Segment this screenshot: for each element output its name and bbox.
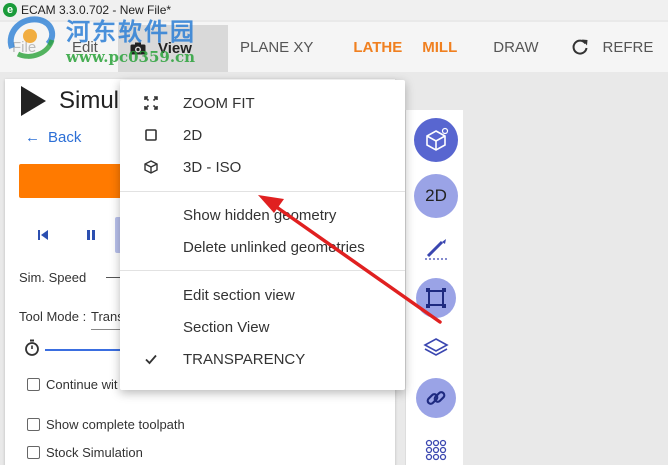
menu-item-label: 2D bbox=[183, 126, 203, 144]
watermark-logo-icon bbox=[7, 16, 56, 59]
menu-item-label: TRANSPARENCY bbox=[183, 350, 306, 368]
link-button[interactable] bbox=[416, 378, 456, 418]
timeline-slider[interactable] bbox=[45, 349, 125, 351]
tool-mode-select[interactable]: Trans bbox=[91, 309, 124, 324]
back-label: Back bbox=[48, 129, 82, 146]
checkbox-label: Continue wit bbox=[46, 377, 118, 392]
stopwatch-icon bbox=[25, 339, 39, 356]
frame-cube-icon bbox=[426, 288, 446, 308]
refresh-icon bbox=[572, 39, 588, 55]
watermark-url: www.pc0359.cn bbox=[66, 48, 196, 66]
menu-item-section-view[interactable]: Section View bbox=[120, 312, 405, 342]
layers-button[interactable] bbox=[414, 326, 458, 370]
menu-item-label: ZOOM FIT bbox=[183, 94, 255, 112]
menu-item-show-hidden-geometry[interactable]: Show hidden geometry bbox=[120, 200, 405, 230]
menu-item-label: Delete unlinked geometries bbox=[183, 238, 365, 256]
link-icon bbox=[426, 391, 446, 405]
3d-iso-view-button[interactable] bbox=[414, 118, 458, 162]
play-icon[interactable] bbox=[19, 85, 47, 117]
zoom-fit-icon bbox=[144, 96, 158, 110]
menu-refresh-label: REFRE bbox=[602, 38, 654, 56]
tool-mode-underline bbox=[91, 329, 121, 330]
menu-item-label: Show hidden geometry bbox=[183, 206, 337, 224]
menu-refresh[interactable]: REFRE bbox=[551, 22, 666, 72]
2d-view-button[interactable]: 2D bbox=[414, 174, 458, 218]
menu-draw[interactable]: DRAW bbox=[469, 22, 550, 72]
menu-item-delete-unlinked-geometries[interactable]: Delete unlinked geometries bbox=[120, 232, 405, 262]
menu-item-3d-iso[interactable]: 3D - ISO bbox=[120, 152, 405, 182]
checkbox[interactable] bbox=[27, 418, 40, 431]
checkbox-label: Stock Simulation bbox=[46, 445, 143, 460]
menu-item-label: Section View bbox=[183, 318, 270, 336]
grid-button[interactable] bbox=[414, 428, 458, 465]
menu-item-edit-section-view[interactable]: Edit section view bbox=[120, 280, 405, 310]
checkbox[interactable] bbox=[27, 378, 40, 391]
cube-icon bbox=[144, 160, 158, 174]
sim-speed-slider[interactable] bbox=[106, 277, 120, 278]
grid-dots-icon bbox=[425, 439, 447, 461]
menu-item-transparency[interactable]: TRANSPARENCY bbox=[120, 344, 405, 374]
frame-button[interactable] bbox=[416, 278, 456, 318]
menu-item-2d[interactable]: 2D bbox=[120, 120, 405, 150]
menu-item-label: Edit section view bbox=[183, 286, 295, 304]
checkbox[interactable] bbox=[27, 446, 40, 459]
right-toolbar: 2D bbox=[405, 110, 463, 465]
show-complete-toolpath-row[interactable]: Show complete toolpath bbox=[27, 417, 185, 432]
square-icon bbox=[145, 129, 157, 141]
arrow-left-icon: ← bbox=[25, 129, 40, 146]
menu-item-label: 3D - ISO bbox=[183, 158, 242, 176]
layers-icon bbox=[423, 338, 449, 356]
view-menu-dropdown: ZOOM FIT 2D 3D - ISO Show hidden geometr… bbox=[120, 80, 405, 390]
menu-plane-xy[interactable]: PLANE XY bbox=[228, 22, 325, 72]
menu-mill[interactable]: MILL bbox=[414, 22, 469, 72]
simulation-header: Simul bbox=[19, 85, 119, 117]
pause-icon[interactable] bbox=[85, 229, 97, 241]
watermark-title: 河东软件园 bbox=[66, 17, 196, 46]
checkbox-label: Show complete toolpath bbox=[46, 417, 185, 432]
stock-simulation-row[interactable]: Stock Simulation bbox=[27, 445, 143, 460]
menu-divider bbox=[120, 270, 405, 271]
check-icon bbox=[145, 354, 157, 365]
simulation-title: Simul bbox=[59, 87, 120, 114]
watermark: 河东软件园 www.pc0359.cn bbox=[4, 8, 224, 68]
menu-lathe[interactable]: LATHE bbox=[325, 22, 414, 72]
back-button[interactable]: ← Back bbox=[25, 129, 81, 146]
tool-mode-label: Tool Mode : bbox=[19, 309, 87, 324]
menu-item-zoom-fit[interactable]: ZOOM FIT bbox=[120, 88, 405, 118]
draw-line-button[interactable] bbox=[414, 226, 458, 270]
cube-icon bbox=[426, 127, 449, 151]
pen-line-icon bbox=[425, 239, 447, 260]
continue-checkbox-row[interactable]: Continue wit bbox=[27, 377, 118, 392]
menu-divider bbox=[120, 191, 405, 192]
sim-speed-label: Sim. Speed bbox=[19, 270, 87, 285]
skip-back-icon[interactable] bbox=[37, 229, 49, 241]
